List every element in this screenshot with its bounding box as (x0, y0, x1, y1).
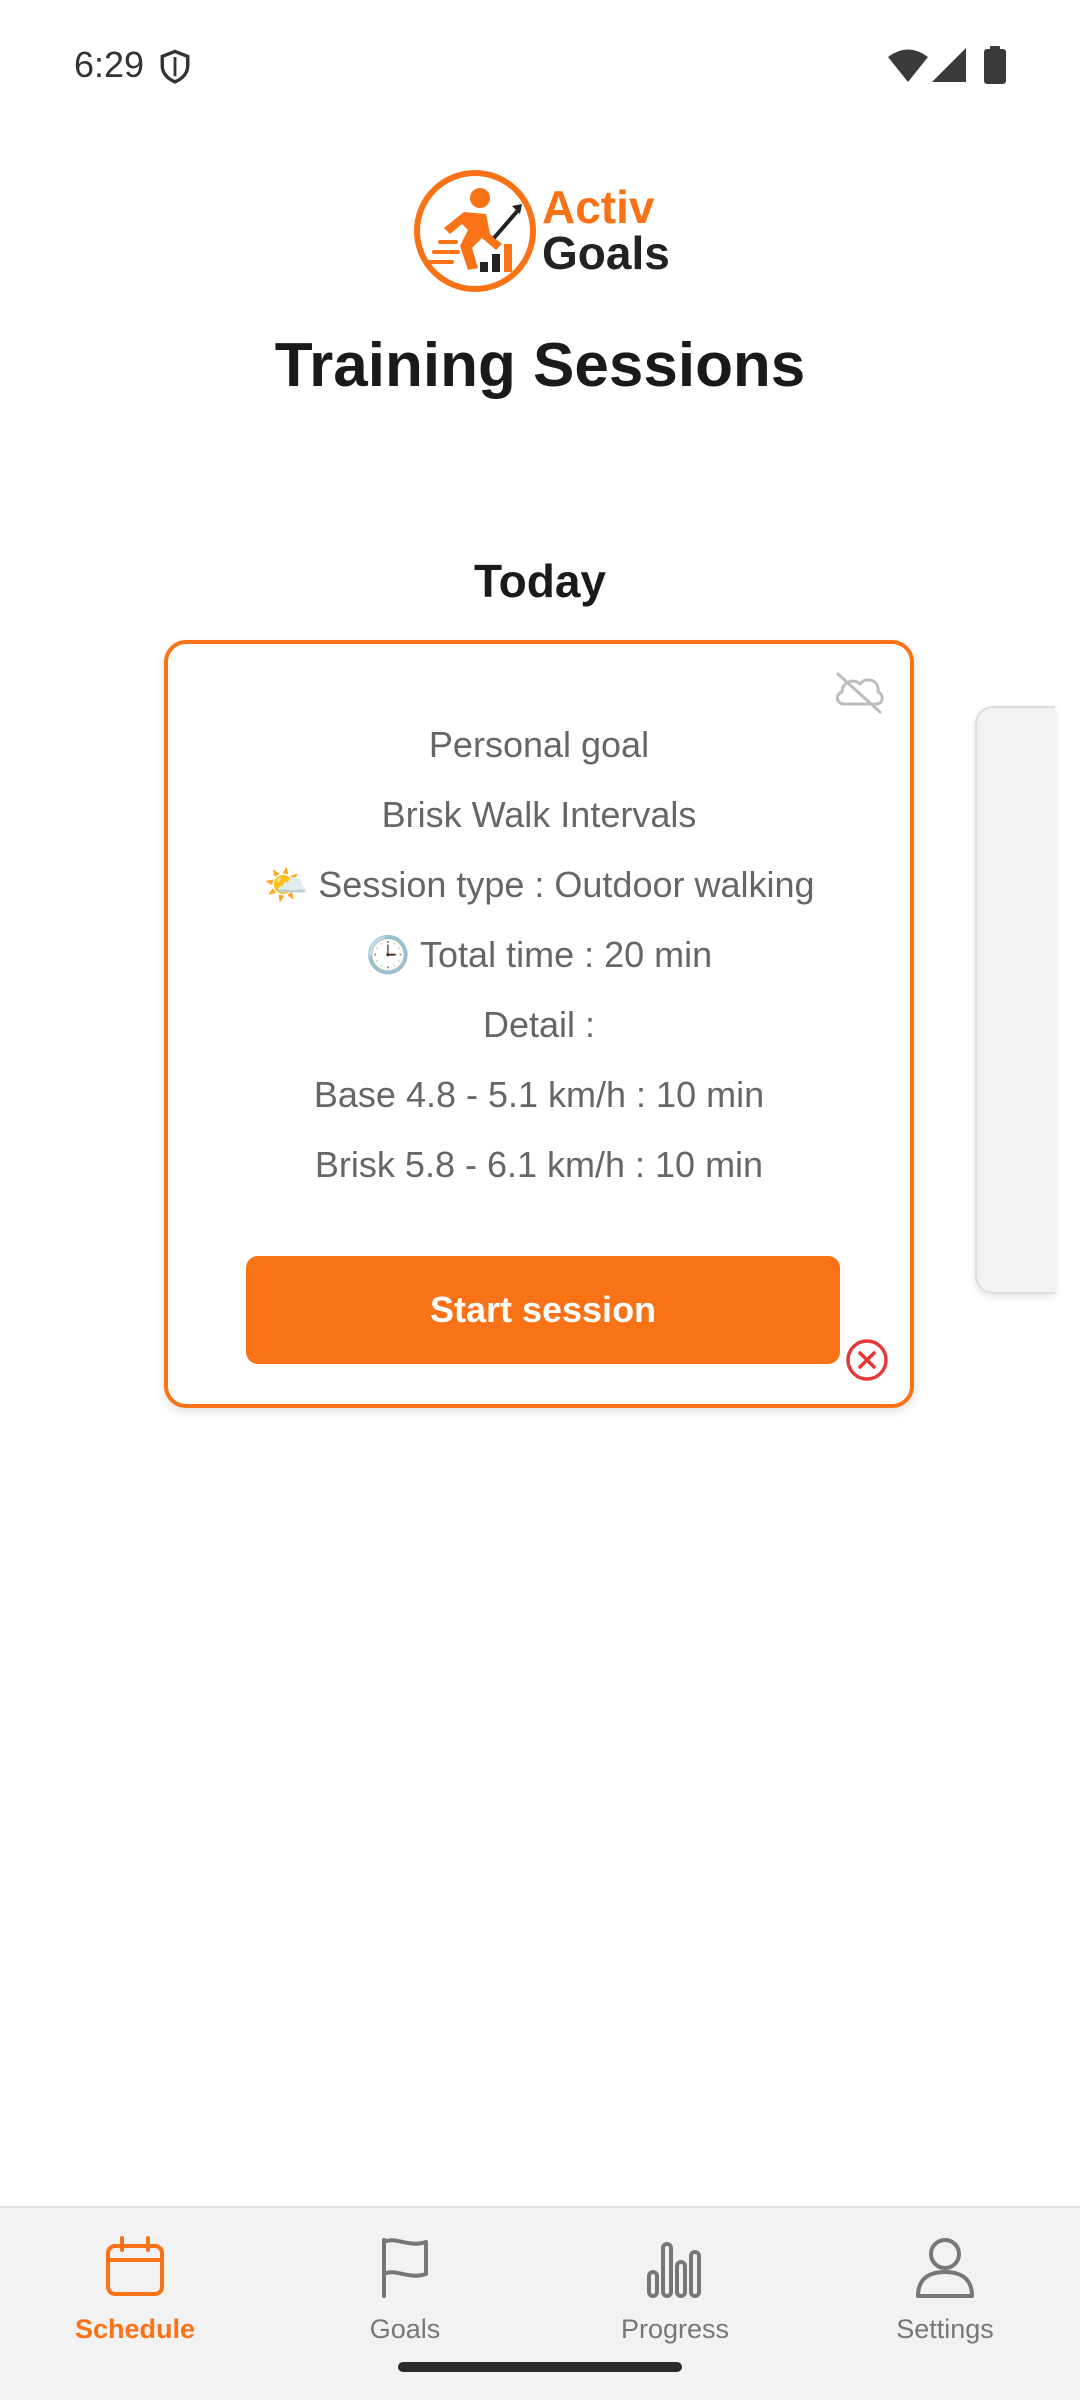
clock-icon: 🕒 (365, 935, 411, 976)
nav-item-schedule[interactable]: Schedule (0, 2208, 270, 2400)
wifi-icon (888, 49, 928, 82)
close-circle-icon[interactable] (843, 1336, 891, 1384)
page-title: Training Sessions (274, 331, 806, 400)
sun-cloud-icon: 🌤️ (263, 865, 309, 906)
status-time: 6:29 (74, 44, 145, 85)
nav-label-goals: Goals (369, 2314, 441, 2344)
next-session-card[interactable] (975, 706, 1055, 1294)
home-indicator[interactable] (398, 2362, 682, 2372)
nav-label-settings: Settings (896, 2314, 994, 2344)
runner-logo-icon (414, 170, 536, 292)
session-name: Brisk Walk Intervals (381, 794, 697, 835)
session-detail-base: Base 4.8 - 5.1 km/h : 10 min (313, 1074, 765, 1115)
person-icon (916, 2238, 974, 2298)
cloud-off-icon[interactable] (832, 668, 886, 716)
nav-label-progress: Progress (620, 2314, 730, 2344)
session-total-time-text: Total time : 20 min (420, 934, 713, 975)
session-card[interactable]: Personal goal Brisk Walk Intervals 🌤️ Se… (164, 640, 914, 1408)
nav-item-settings[interactable]: Settings (810, 2208, 1080, 2400)
session-detail-brisk: Brisk 5.8 - 6.1 km/h : 10 min (314, 1144, 764, 1185)
logo-text-goals: Goals (542, 227, 670, 279)
session-details: Personal goal Brisk Walk Intervals 🌤️ Se… (168, 710, 910, 1200)
session-total-time: 🕒 Total time : 20 min (168, 920, 910, 990)
section-title-today: Today (473, 555, 607, 607)
shield-icon (160, 49, 190, 84)
start-session-button[interactable]: Start session (246, 1256, 840, 1364)
flag-icon (382, 2238, 428, 2298)
app-logo: Activ Goals (412, 166, 672, 296)
calendar-icon (106, 2236, 164, 2296)
logo-text-activ: Activ (542, 181, 655, 233)
session-goal-label: Personal goal (428, 724, 650, 765)
session-type-text: Session type : Outdoor walking (318, 864, 815, 905)
nav-label-schedule: Schedule (74, 2314, 196, 2344)
battery-icon (984, 46, 1006, 84)
bar-chart-icon (647, 2242, 701, 2298)
session-type: 🌤️ Session type : Outdoor walking (168, 850, 910, 920)
signal-icon (932, 48, 966, 82)
screen: 6:29 Activ Goals Training Sessions Today… (0, 0, 1080, 2400)
status-bar: 6:29 (0, 0, 1080, 130)
session-detail-label: Detail : (482, 1004, 596, 1045)
